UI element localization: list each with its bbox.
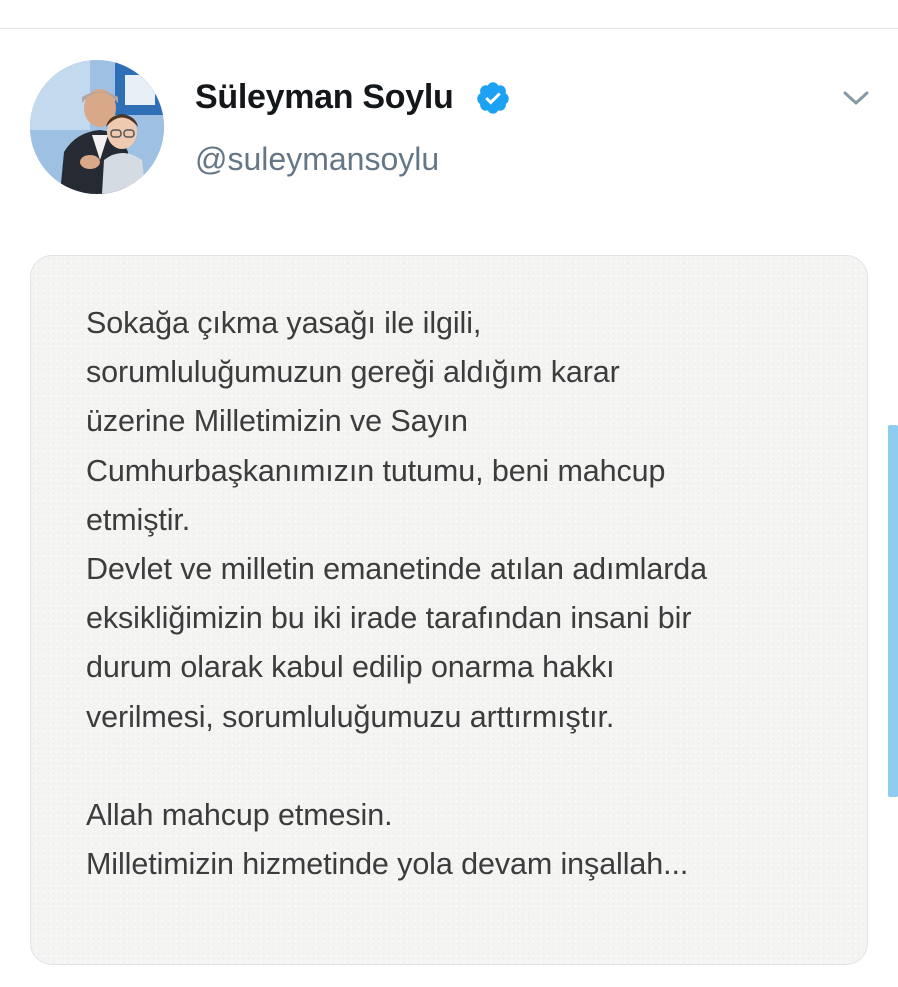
statement-line: Sokağa çıkma yasağı ile ilgili, <box>86 306 482 340</box>
statement-line: Devlet ve milletin emanetinde atılan adı… <box>86 551 707 586</box>
statement-line: Allah mahcup etmesin. <box>86 797 393 832</box>
statement-line: etmiştir. <box>86 502 191 537</box>
chevron-down-icon[interactable] <box>838 80 874 116</box>
statement-line: Cumhurbaşkanımızın tutumu, beni mahcup <box>86 453 666 488</box>
tweet-media-image[interactable]: Sokağa çıkma yasağı ile ilgili, sorumlul… <box>30 255 868 965</box>
statement-line: Milletimizin hizmetinde yola devam inşal… <box>86 847 689 882</box>
statement-line: verilmesi, sorumluluğumuzu arttırmıştır. <box>86 699 615 734</box>
scrollbar[interactable] <box>888 425 898 797</box>
avatar-photo <box>30 60 164 194</box>
verified-badge-icon <box>477 82 509 114</box>
statement-text: Sokağa çıkma yasağı ile ilgili, sorumlul… <box>86 299 846 889</box>
author-handle[interactable]: @suleymansoylu <box>195 141 439 178</box>
avatar[interactable] <box>30 60 164 194</box>
statement-line: üzerine Milletimizin ve Sayın <box>86 404 468 439</box>
statement-line: eksikliğimizin bu iki irade tarafından i… <box>86 601 692 636</box>
statement-line: durum olarak kabul edilip onarma hakkı <box>86 650 615 685</box>
statement-line: sorumluluğumuzun gereği aldığım karar <box>86 355 620 390</box>
author-display-name[interactable]: Süleyman Soylu <box>195 78 454 117</box>
top-divider <box>0 28 898 29</box>
